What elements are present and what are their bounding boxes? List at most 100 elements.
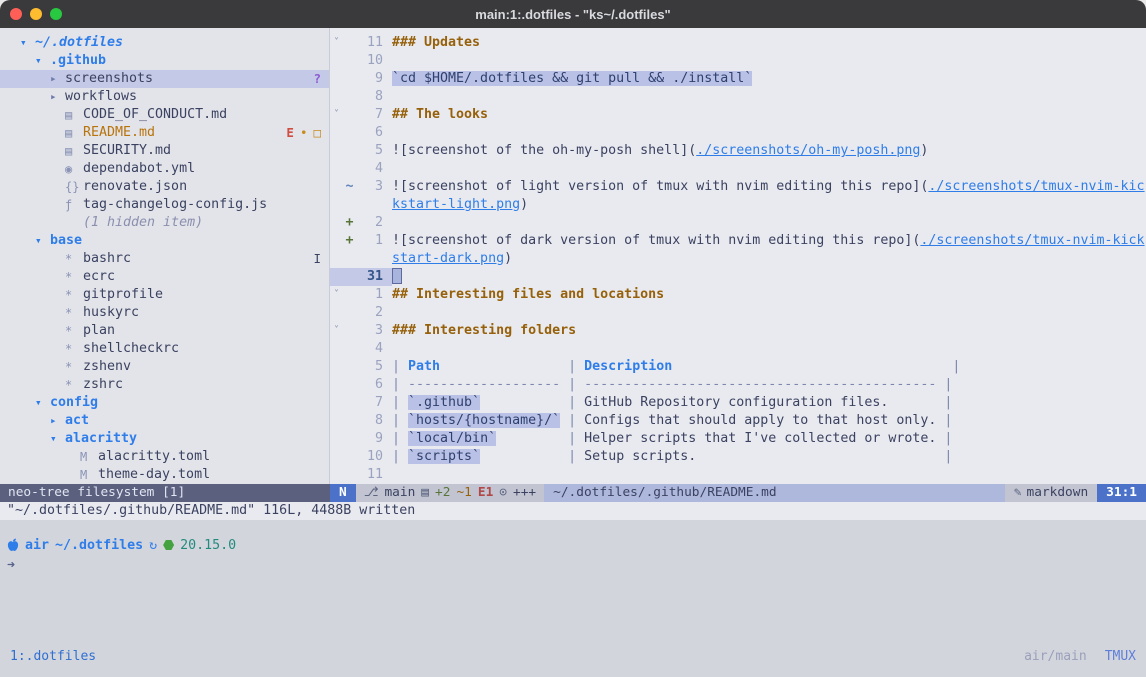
line-number: 31 — [356, 268, 392, 286]
editor-line[interactable]: +2 — [330, 214, 1146, 232]
tree-item-readme-md[interactable]: ▤README.mdE•□ — [0, 124, 329, 142]
expander-icon[interactable]: ▾ — [20, 34, 35, 52]
editor-line[interactable]: 8| `hosts/{hostname}/` | Configs that sh… — [330, 412, 1146, 430]
text-segment-delim: | — [392, 413, 408, 428]
shell-empty-area[interactable] — [0, 575, 1146, 647]
expander-icon[interactable]: ▾ — [35, 232, 50, 250]
editor-line[interactable]: 9`cd $HOME/.dotfiles && git pull && ./in… — [330, 70, 1146, 88]
fold-icon[interactable]: ˅ — [330, 286, 343, 304]
tree-item-base[interactable]: ▾base — [0, 232, 329, 250]
tree-item-label: CODE_OF_CONDUCT.md — [83, 106, 227, 124]
fold-icon[interactable]: ˅ — [330, 106, 343, 124]
tree-item-dotfiles[interactable]: ▾~/.dotfiles — [0, 34, 329, 52]
editor-line[interactable]: 6| ------------------- | ---------------… — [330, 376, 1146, 394]
line-number — [356, 250, 392, 268]
shell-icon: * — [65, 358, 83, 376]
editor-line[interactable]: ~3![screenshot of light version of tmux … — [330, 178, 1146, 196]
tree-item-act[interactable]: ▸act — [0, 412, 329, 430]
tree-item-huskyrc[interactable]: *huskyrc — [0, 304, 329, 322]
expander-spacer — [50, 322, 65, 340]
tree-item-renovate-json[interactable]: {}renovate.json — [0, 178, 329, 196]
sign-column — [343, 142, 356, 160]
buffer-icon: ▤ — [421, 484, 429, 502]
expander-icon[interactable]: ▸ — [50, 88, 65, 106]
editor-line[interactable]: ˅ 11### Updates — [330, 34, 1146, 52]
line-number: 4 — [356, 340, 392, 358]
zoom-button[interactable] — [50, 8, 62, 20]
text-segment-delim: | — [936, 449, 952, 464]
text-segment-text: ![screenshot of light version of tmux wi… — [392, 179, 928, 194]
fold-column — [330, 70, 343, 88]
tree-item-label: base — [50, 232, 82, 250]
expander-spacer — [50, 160, 65, 178]
tree-item-plan[interactable]: *plan — [0, 322, 329, 340]
tree-item-label: .github — [50, 52, 106, 70]
text-segment-text: ![screenshot of the oh-my-posh shell]( — [392, 143, 696, 158]
tree-item-ecrc[interactable]: *ecrc — [0, 268, 329, 286]
editor-line[interactable]: start-dark.png) — [330, 250, 1146, 268]
tree-item-code-of-conduct-md[interactable]: ▤CODE_OF_CONDUCT.md — [0, 106, 329, 124]
git-sign: + — [343, 214, 356, 232]
expander-icon[interactable]: ▾ — [35, 52, 50, 70]
editor-line[interactable]: 4 — [330, 340, 1146, 358]
tree-item-tag-changelog-config-js[interactable]: ƒtag-changelog-config.js — [0, 196, 329, 214]
tree-item-workflows[interactable]: ▸workflows — [0, 88, 329, 106]
editor-line[interactable]: 11 — [330, 466, 1146, 484]
expander-spacer — [50, 196, 65, 214]
line-number: 10 — [356, 52, 392, 70]
tree-item-theme-day-toml[interactable]: Mtheme-day.toml — [0, 466, 329, 484]
expander-icon[interactable]: ▸ — [50, 70, 65, 88]
tree-item-gitprofile[interactable]: *gitprofile — [0, 286, 329, 304]
tree-item-github[interactable]: ▾.github — [0, 52, 329, 70]
terminal-window: main:1:.dotfiles - "ks~/.dotfiles" ▾~/.d… — [0, 0, 1146, 677]
tmux-window-name[interactable]: 1:.dotfiles — [10, 647, 96, 667]
editor-line[interactable]: 10 — [330, 52, 1146, 70]
fold-icon[interactable]: ˅ — [330, 34, 343, 52]
tree-item-label: SECURITY.md — [83, 142, 171, 160]
tree-item-bashrc[interactable]: *bashrcI — [0, 250, 329, 268]
editor-line[interactable]: 5| Path | Description | — [330, 358, 1146, 376]
editor-line[interactable]: ˅ 7## The looks — [330, 106, 1146, 124]
editor-line[interactable]: 4 — [330, 160, 1146, 178]
close-button[interactable] — [10, 8, 22, 20]
tree-item-shellcheckrc[interactable]: *shellcheckrc — [0, 340, 329, 358]
tree-item-1-hidden-item[interactable]: (1 hidden item) — [0, 214, 329, 232]
text-segment-code: `hosts/{hostname}/` — [408, 413, 560, 428]
tree-item-screenshots[interactable]: ▸screenshots? — [0, 70, 329, 88]
text-segment-link: kstart-light.png — [392, 197, 520, 212]
editor-line[interactable]: 10| `scripts` | Setup scripts. | — [330, 448, 1146, 466]
tree-item-label: screenshots — [65, 70, 153, 88]
minimize-button[interactable] — [30, 8, 42, 20]
fold-icon[interactable]: ˅ — [330, 322, 343, 340]
editor-line[interactable]: 8 — [330, 88, 1146, 106]
tree-item-alacritty-toml[interactable]: Malacritty.toml — [0, 448, 329, 466]
shell-prompt: air ~/.dotfiles ↻ 20.15.0 — [7, 536, 1146, 554]
editor-line[interactable]: ˅ 1## Interesting files and locations — [330, 286, 1146, 304]
expander-icon[interactable]: ▸ — [50, 412, 65, 430]
tree-item-label: tag-changelog-config.js — [83, 196, 267, 214]
tree-item-zshenv[interactable]: *zshenv — [0, 358, 329, 376]
expander-icon[interactable]: ▾ — [50, 430, 65, 448]
tree-item-security-md[interactable]: ▤SECURITY.md — [0, 142, 329, 160]
fold-column — [330, 340, 343, 358]
titlebar: main:1:.dotfiles - "ks~/.dotfiles" — [0, 0, 1146, 28]
text-segment-text: ) — [520, 197, 528, 212]
editor-line[interactable]: 2 — [330, 304, 1146, 322]
editor-line[interactable]: +1![screenshot of dark version of tmux w… — [330, 232, 1146, 250]
editor-line[interactable]: 7| `.github` | GitHub Repository configu… — [330, 394, 1146, 412]
editor-line[interactable]: ˅ 3### Interesting folders — [330, 322, 1146, 340]
fold-column — [330, 232, 343, 250]
json-icon: {} — [65, 178, 83, 196]
editor-line[interactable]: 9| `local/bin` | Helper scripts that I'v… — [330, 430, 1146, 448]
editor-line[interactable]: 5![screenshot of the oh-my-posh shell](.… — [330, 142, 1146, 160]
tree-item-dependabot-yml[interactable]: ◉dependabot.yml — [0, 160, 329, 178]
editor-line[interactable]: kstart-light.png) — [330, 196, 1146, 214]
line-text: start-dark.png) — [392, 250, 1146, 268]
tree-item-alacritty[interactable]: ▾alacritty — [0, 430, 329, 448]
editor-line[interactable]: 6 — [330, 124, 1146, 142]
expander-icon[interactable]: ▾ — [35, 394, 50, 412]
tree-item-config[interactable]: ▾config — [0, 394, 329, 412]
line-number: 2 — [356, 304, 392, 322]
tree-item-zshrc[interactable]: *zshrc — [0, 376, 329, 394]
editor-line[interactable]: 31 — [330, 268, 1146, 286]
